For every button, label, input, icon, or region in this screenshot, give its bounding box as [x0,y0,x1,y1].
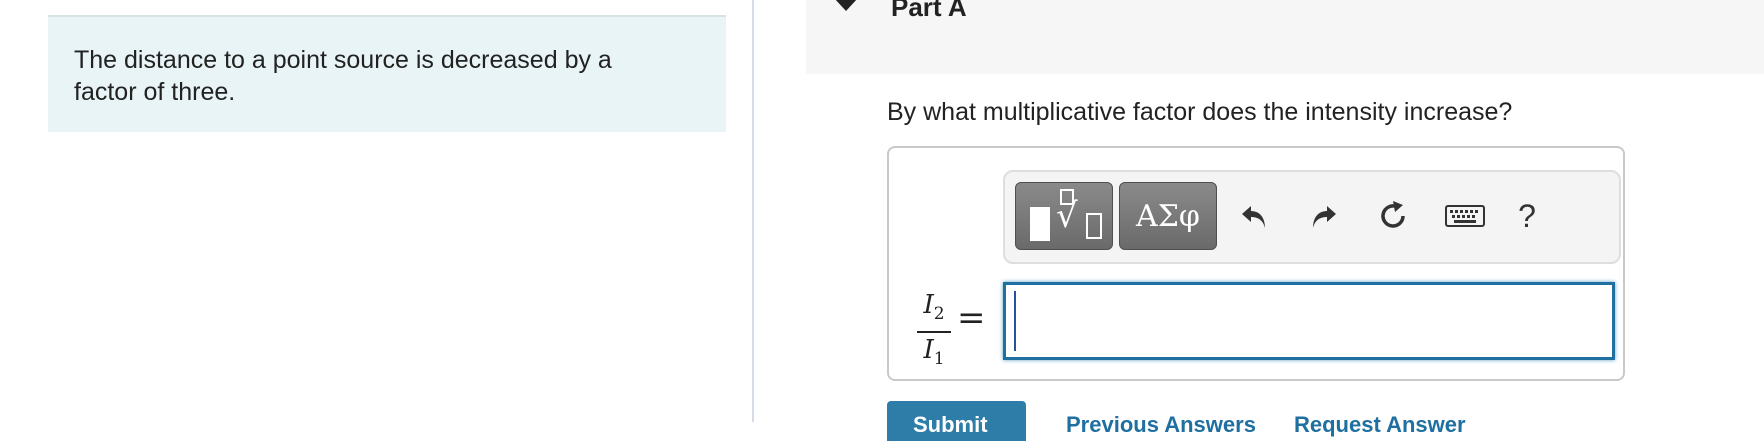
fraction-numerator: I2 [917,290,951,329]
ratio-fraction: I2 I1 [917,290,951,374]
column-divider [752,0,754,422]
answer-box: √ ΑΣφ ? I2 I1 = [887,146,1625,381]
redo-icon [1313,206,1336,228]
denominator-subscript: 1 [933,349,945,370]
text-cursor [1014,291,1016,351]
collapse-caret-icon[interactable] [834,0,858,11]
numerator-symbol: I [923,290,934,320]
equals-sign: = [957,298,986,338]
undo-button[interactable] [1233,190,1277,242]
submit-button[interactable]: Submit [887,401,1026,441]
reset-icon [1381,201,1405,228]
numerator-subscript: 2 [933,304,945,325]
undo-icon [1242,206,1265,228]
keyboard-icon [1445,205,1485,227]
fraction-denominator: I1 [917,335,951,374]
help-button[interactable]: ? [1505,190,1549,242]
problem-statement: The distance to a point source is decrea… [74,46,612,106]
templates-button[interactable]: √ [1015,182,1113,250]
previous-answers-link[interactable]: Previous Answers [1066,412,1256,438]
request-answer-link[interactable]: Request Answer [1294,412,1466,438]
reset-button[interactable] [1371,190,1415,242]
part-title: Part A [891,0,967,22]
greek-symbols-button[interactable]: ΑΣφ [1119,182,1217,250]
redo-button[interactable] [1301,190,1345,242]
answer-input[interactable] [1003,282,1615,360]
template-box-icon [1086,213,1102,239]
math-toolbar: √ ΑΣφ ? [1003,170,1621,264]
part-header[interactable]: Part A [806,0,1764,74]
fraction-bar [917,331,951,334]
question-text: By what multiplicative factor does the i… [887,98,1513,126]
math-templates-icon [1030,207,1050,241]
problem-panel: The distance to a point source is decrea… [48,15,726,132]
denominator-symbol: I [923,335,934,366]
sqrt-icon: √ [1056,196,1078,236]
keyboard-button[interactable] [1441,190,1489,242]
